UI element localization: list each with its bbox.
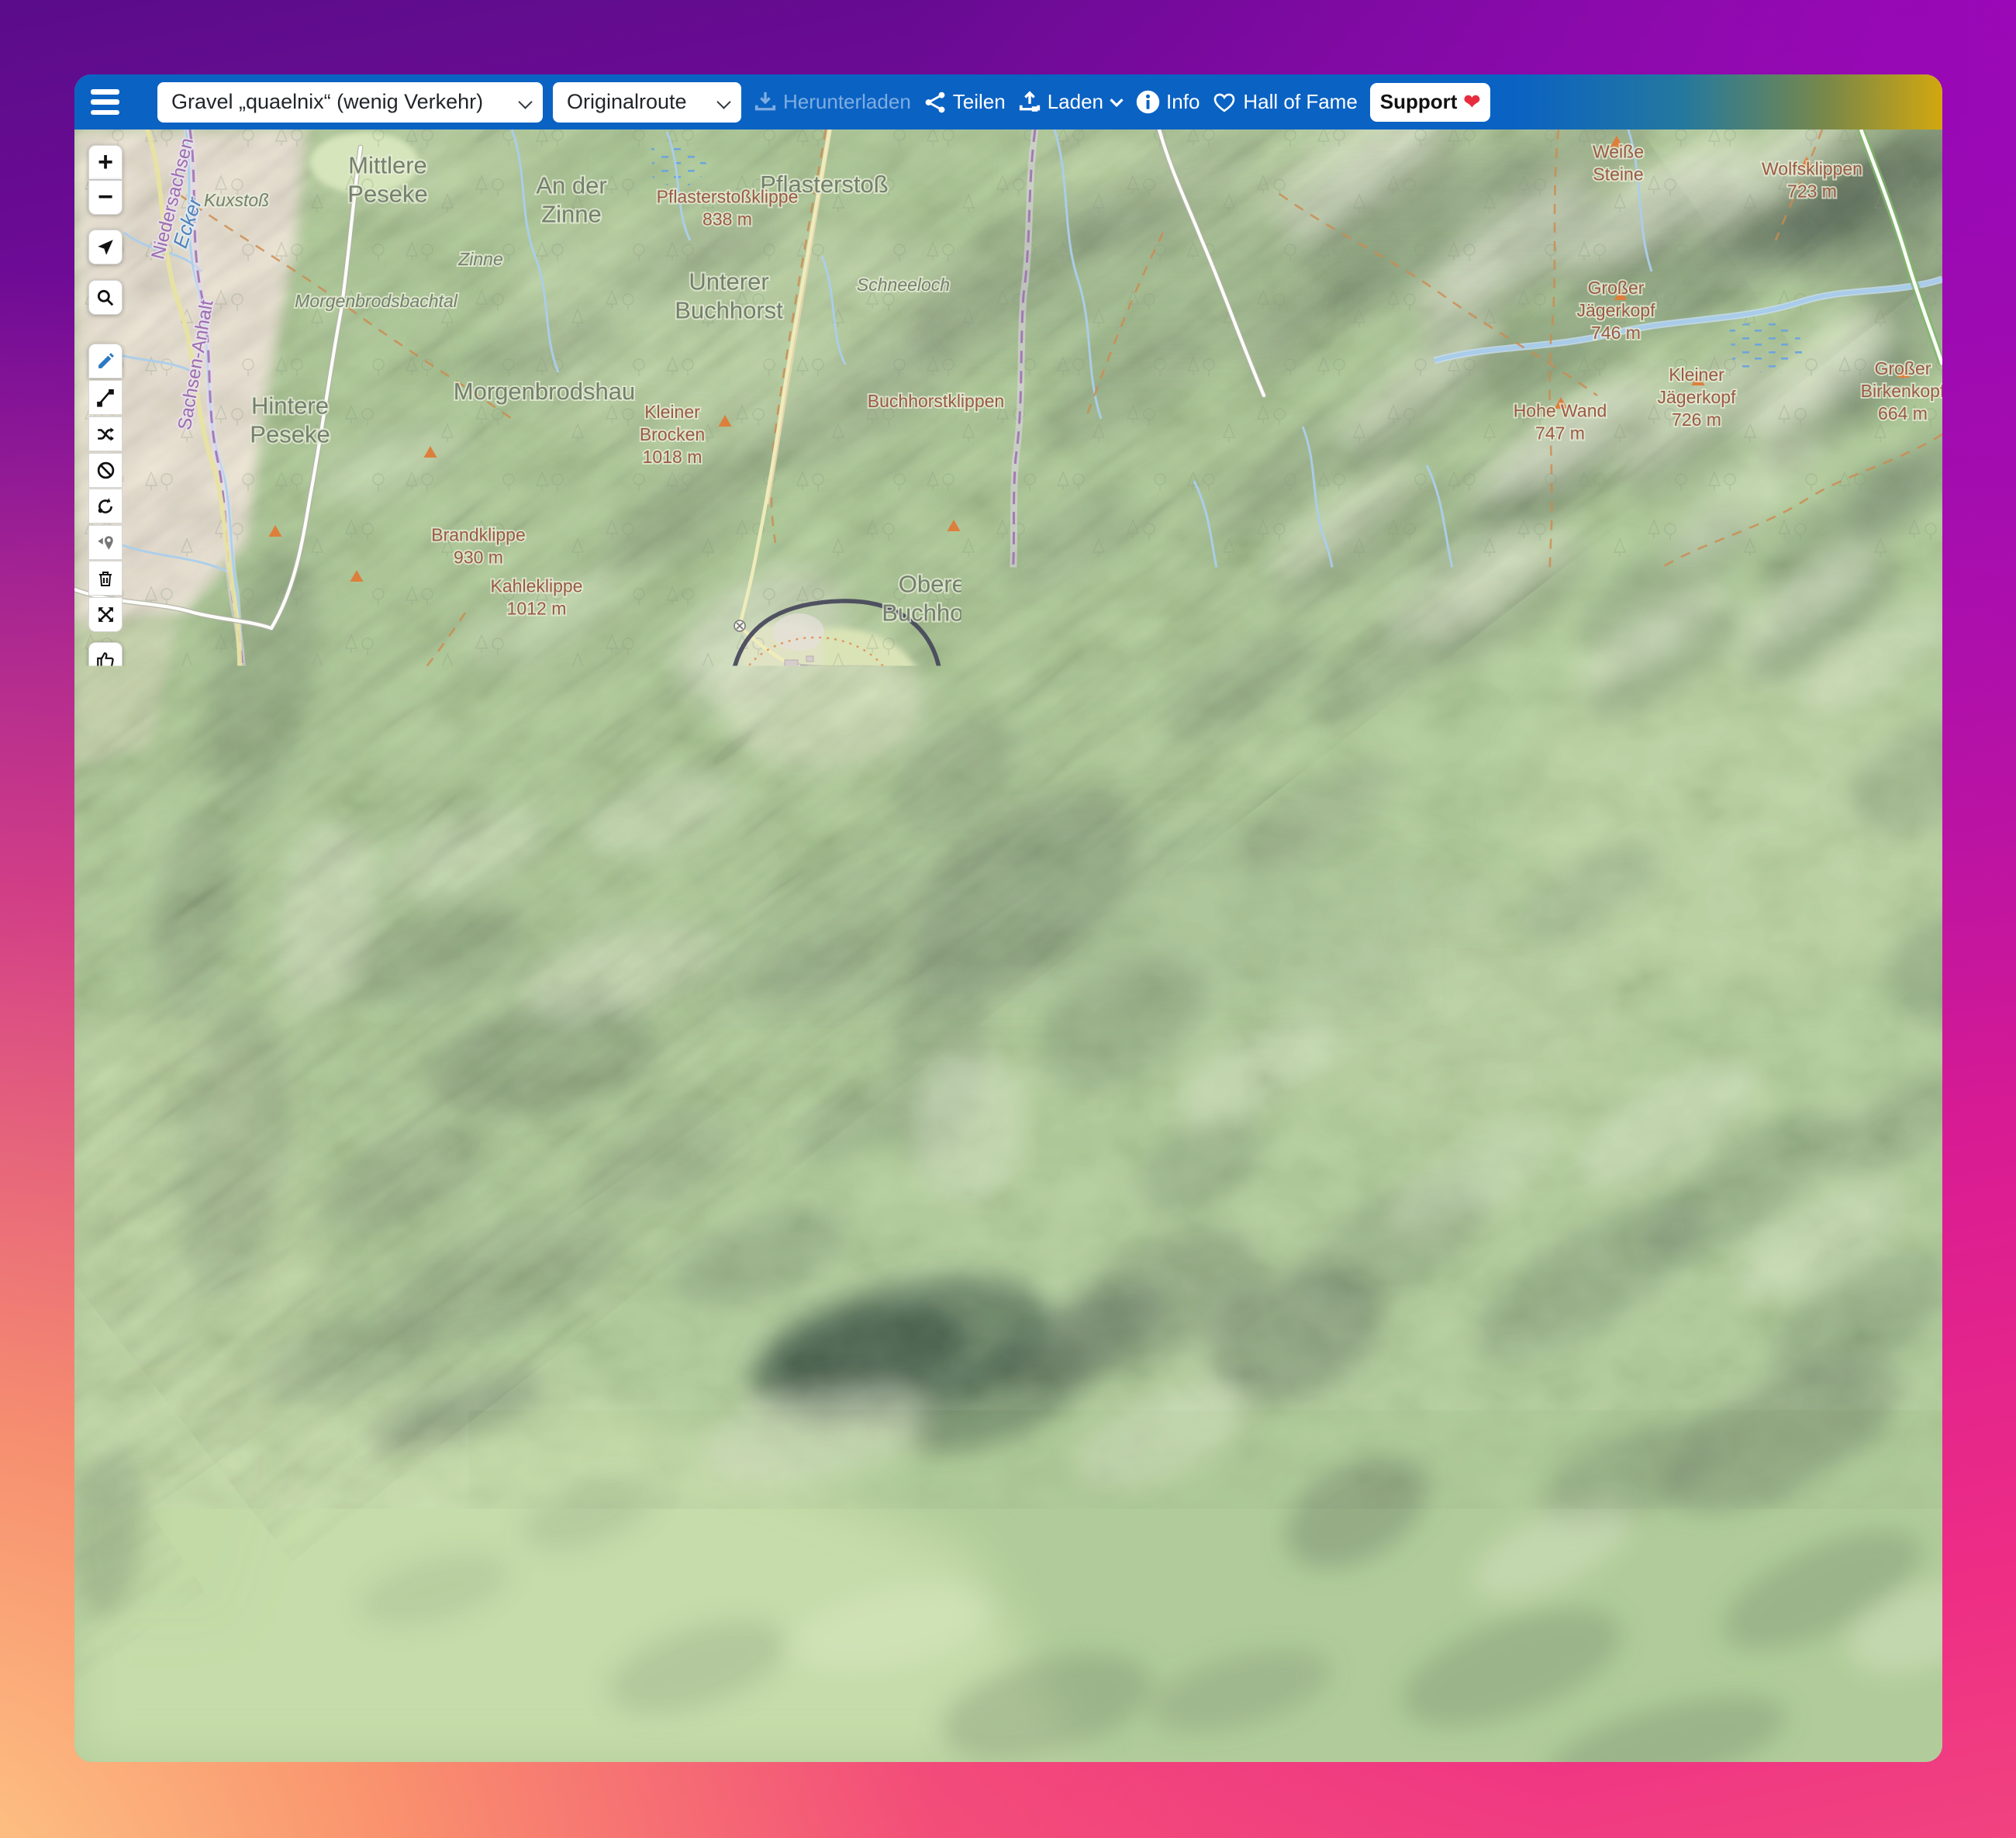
- svg-text:Eckerloch: Eckerloch: [813, 951, 905, 974]
- svg-text:Erdbeerkopf: Erdbeerkopf: [1786, 1334, 1884, 1354]
- svg-text:Wolfsbruch: Wolfsbruch: [513, 1178, 617, 1201]
- svg-text:Wolfsklippen: Wolfsklippen: [1762, 159, 1862, 179]
- svg-text:Großer: Großer: [1875, 358, 1931, 378]
- svg-text:ge: ge: [74, 1529, 89, 1552]
- svg-text:Brocken: Brocken: [640, 424, 705, 444]
- svg-text:Jägerkopf: Jägerkopf: [1657, 387, 1736, 407]
- svg-text:Kahleklippe: Kahleklippe: [491, 576, 583, 596]
- svg-text:1141 m: 1141 m: [765, 715, 830, 738]
- svg-text:747 m: 747 m: [1535, 423, 1585, 444]
- svg-text:Fahrenseite: Fahrenseite: [925, 1094, 1036, 1118]
- svg-text:Moor (Renoturierung): Moor (Renoturierung): [377, 1568, 570, 1591]
- svg-text:Hartmannshai: Hartmannshai: [512, 1509, 643, 1532]
- svg-text:eben: eben: [74, 1107, 112, 1131]
- svg-text:1018 m: 1018 m: [643, 447, 702, 467]
- svg-text:Buchhorstklippen: Buchhorstklippen: [868, 391, 1004, 411]
- svg-text:Müllershai: Müllershai: [1297, 1688, 1393, 1711]
- svg-text:Schluft: Schluft: [1276, 1265, 1341, 1288]
- svg-text:Schneeloch: Schneeloch: [857, 275, 950, 295]
- svg-text:838 m: 838 m: [702, 209, 752, 230]
- svg-text:Quitschenberg: Quitschenberg: [110, 768, 226, 788]
- svg-text:Zinne: Zinne: [457, 249, 503, 269]
- svg-text:Pferdekopf: Pferdekopf: [1658, 1113, 1745, 1133]
- svg-text:Schierke: Schierke: [1452, 1574, 1569, 1605]
- svg-text:Peseke: Peseke: [347, 181, 427, 208]
- svg-text:Jungfrau: Jungfrau: [1940, 1057, 1942, 1077]
- svg-text:Großer: Großer: [918, 1698, 975, 1719]
- svg-text:Schierke: Schierke: [1759, 1575, 1846, 1598]
- svg-text:Großer: Großer: [1588, 278, 1645, 298]
- svg-text:Kleiner: Kleiner: [1669, 364, 1724, 385]
- svg-text:Mittlere: Mittlere: [348, 152, 427, 179]
- svg-text:848 m: 848 m: [1811, 1356, 1860, 1377]
- svg-text:Hilmsbruc: Hilmsbruc: [1938, 1501, 1942, 1525]
- svg-text:1012 m: 1012 m: [507, 599, 567, 619]
- svg-text:Vaupels: Vaupels: [1484, 1536, 1547, 1556]
- svg-text:Rammelberg: Rammelberg: [750, 1315, 870, 1339]
- svg-text:Rabenklippe: Rabenklippe: [660, 1077, 759, 1097]
- svg-text:Weiße: Weiße: [1593, 142, 1644, 162]
- svg-text:1034 m: 1034 m: [569, 979, 629, 999]
- svg-text:Morgenbrodshau: Morgenbrodshau: [454, 378, 635, 405]
- svg-text:An der: An der: [536, 172, 606, 199]
- svg-text:Brockenfeld: Brockenfeld: [99, 966, 207, 990]
- svg-text:Tannen: Tannen: [136, 1398, 205, 1422]
- svg-text:Hintere: Hintere: [251, 392, 329, 420]
- svg-text:Kapellenklippe: Kapellenklippe: [1393, 1023, 1510, 1043]
- svg-text:Kleiner: Kleiner: [644, 402, 700, 422]
- svg-text:Goethemoor: Goethemoor: [450, 745, 563, 769]
- svg-text:Pflasterstoßklippe: Pflasterstoßklippe: [657, 187, 799, 207]
- svg-text:Steine: Steine: [1593, 164, 1643, 185]
- svg-text:Zeterklippe: Zeterklippe: [1206, 598, 1294, 618]
- svg-text:1045 m: 1045 m: [1023, 899, 1082, 919]
- svg-text:930 m: 930 m: [454, 548, 503, 568]
- svg-text:Brockentor: Brockentor: [991, 957, 1078, 977]
- svg-text:726 m: 726 m: [1672, 409, 1721, 430]
- svg-text:723 m: 723 m: [1787, 181, 1837, 202]
- svg-text:Brocken: Brocken: [760, 690, 834, 713]
- svg-text:Schrödershai: Schrödershai: [1034, 1509, 1158, 1532]
- svg-text:Rotes Bruch: Rotes Bruch: [211, 1459, 322, 1482]
- svg-text:Brockenkinder: Brockenkinder: [1289, 910, 1403, 930]
- svg-text:Buchhorst: Buchhorst: [675, 297, 783, 324]
- svg-text:Schluftkopf: Schluftkopf: [880, 1279, 968, 1299]
- svg-text:Kuxstoß: Kuxstoß: [204, 190, 269, 210]
- svg-text:Jägerkopf: Jägerkopf: [1576, 300, 1655, 320]
- svg-text:Zinne: Zinne: [541, 201, 602, 228]
- svg-text:Hohe Wand: Hohe Wand: [1514, 401, 1607, 421]
- svg-text:Reißstein: Reißstein: [1490, 587, 1565, 607]
- svg-text:Kohlerfleck: Kohlerfleck: [951, 1637, 1056, 1660]
- svg-text:Holle: Holle: [1544, 865, 1592, 889]
- svg-text:Königsberg: Königsberg: [554, 956, 644, 976]
- svg-text:Oberer: Oberer: [899, 571, 973, 598]
- svg-text:Obere: Obere: [1225, 575, 1275, 596]
- svg-text:Landmannsklippe: Landmannsklippe: [1762, 966, 1901, 986]
- svg-text:Sandbrink: Sandbrink: [351, 1296, 447, 1319]
- svg-text:Düstere: Düstere: [134, 1373, 208, 1396]
- svg-text:882 m: 882 m: [143, 790, 193, 810]
- svg-text:933 m: 933 m: [1322, 932, 1372, 952]
- svg-text:664 m: 664 m: [1878, 403, 1928, 423]
- svg-text:Heinrichshöhe: Heinrichshöhe: [995, 876, 1109, 897]
- svg-text:Wurmberg: Wurmberg: [426, 1543, 520, 1567]
- svg-text:746 m: 746 m: [1591, 323, 1641, 343]
- svg-text:Morgenbrodsbachtal: Morgenbrodsbachtal: [295, 291, 458, 311]
- svg-text:K 1356: K 1356: [1782, 1672, 1843, 1694]
- svg-text:Kapelle: Kapelle: [1527, 1087, 1597, 1110]
- svg-text:Edelmannshai: Edelmannshai: [1067, 1292, 1200, 1315]
- svg-text:650 m: 650 m: [1431, 1512, 1480, 1532]
- svg-text:931 m: 931 m: [1225, 620, 1275, 641]
- svg-text:Buchhorst: Buchhorst: [882, 599, 990, 627]
- svg-text:Brandklippe: Brandklippe: [431, 525, 525, 545]
- svg-text:Unterer: Unterer: [689, 268, 768, 295]
- svg-text:chen: chen: [74, 1138, 109, 1162]
- svg-text:uch: uch: [74, 1222, 100, 1245]
- svg-text:857 m: 857 m: [1676, 1135, 1726, 1156]
- svg-text:Birkenkopf: Birkenkopf: [1861, 381, 1942, 401]
- svg-text:Peseke: Peseke: [250, 421, 330, 448]
- svg-text:805 m: 805 m: [1807, 988, 1856, 1008]
- svg-text:hen: hen: [74, 1500, 99, 1523]
- svg-text:Kesselklippe: Kesselklippe: [1405, 1489, 1505, 1509]
